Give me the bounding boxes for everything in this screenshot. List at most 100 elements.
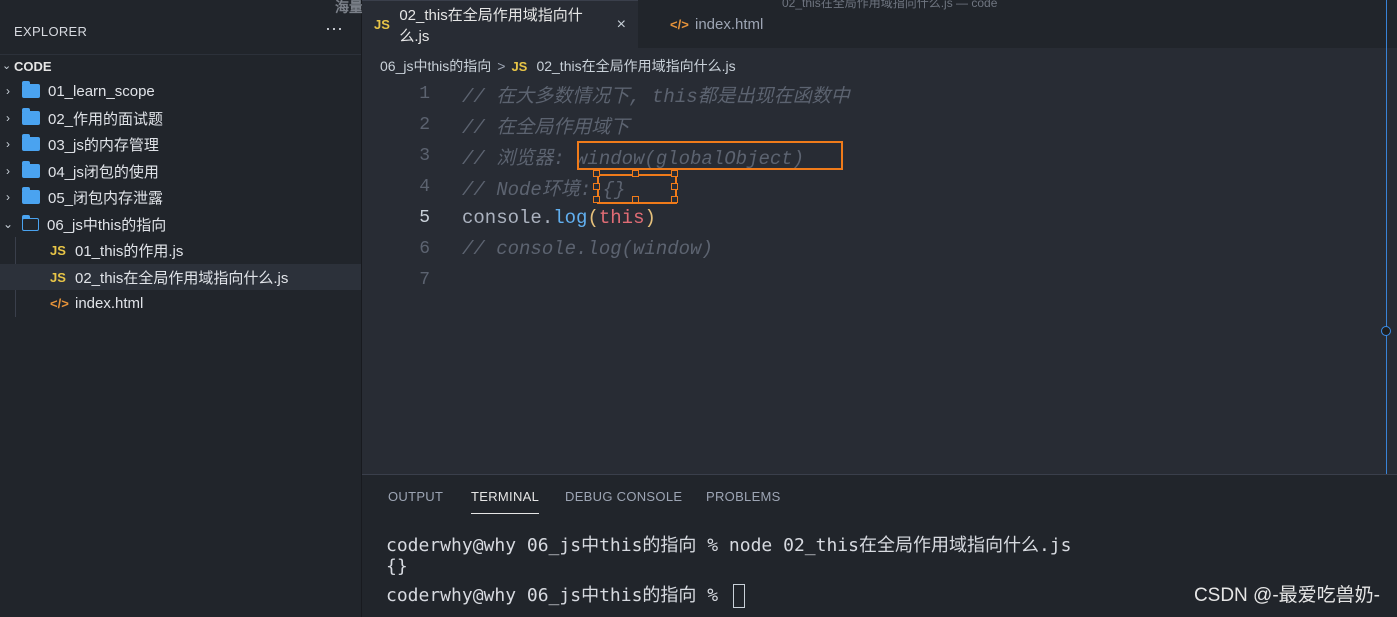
- csdn-watermark: CSDN @-最爱吃兽奶-: [1193, 585, 1380, 606]
- explorer-title: EXPLORER: [14, 24, 88, 39]
- code-line[interactable]: 6 // console.log(window): [362, 234, 1362, 264]
- line-number: 4: [419, 177, 430, 197]
- line-number: 5: [419, 208, 430, 228]
- resize-handle[interactable]: [671, 170, 678, 177]
- tree-item-file-selected[interactable]: JS 02_this在全局作用域指向什么.js: [0, 264, 361, 290]
- code-dot: .: [541, 207, 554, 229]
- js-file-icon: JS: [511, 58, 528, 74]
- chevron-down-icon: ⌄: [2, 217, 14, 231]
- tree-item-label: 02_this在全局作用域指向什么.js: [75, 269, 289, 287]
- tree-item-folder[interactable]: › 02_作用的面试题: [0, 105, 361, 131]
- tree-item-label: 01_learn_scope: [48, 82, 155, 100]
- code-object: console: [462, 207, 542, 229]
- breadcrumb-separator: >: [497, 58, 506, 74]
- folder-open-icon: [22, 214, 39, 231]
- breadcrumb-file[interactable]: 02_this在全局作用域指向什么.js: [536, 56, 735, 76]
- tree-item-folder[interactable]: › 01_learn_scope: [0, 78, 361, 104]
- annotation-box[interactable]: [577, 141, 843, 170]
- resize-handle[interactable]: [632, 170, 639, 177]
- workspace-section[interactable]: ⌄ CODE: [0, 54, 361, 77]
- code-line[interactable]: 2 // 在全局作用域下: [362, 110, 1362, 140]
- code-text: console.log(this): [462, 207, 656, 229]
- tab-terminal[interactable]: TERMINAL: [471, 489, 540, 514]
- js-file-icon: JS: [50, 269, 66, 285]
- drag-handle[interactable]: [1381, 326, 1391, 336]
- code-method: log: [553, 207, 588, 229]
- code-keyword: this: [598, 207, 645, 229]
- code-paren-open: (: [587, 207, 599, 229]
- html-file-icon: </>: [670, 16, 689, 32]
- more-actions-icon[interactable]: ···: [325, 18, 343, 39]
- folder-icon: [22, 134, 40, 151]
- tree-item-folder[interactable]: › 03_js的内存管理: [0, 131, 361, 157]
- tree-item-folder[interactable]: › 04_js闭包的使用: [0, 158, 361, 184]
- tab-problems[interactable]: PROBLEMS: [706, 489, 781, 504]
- chevron-right-icon: ›: [6, 164, 10, 178]
- resize-handle[interactable]: [671, 196, 678, 203]
- terminal-line: coderwhy@why 06_js中this的指向 % node 02_thi…: [386, 535, 1072, 556]
- code-text: // console.log(window): [462, 238, 713, 260]
- code-line[interactable]: 7: [362, 265, 1362, 295]
- terminal-output: {}: [386, 556, 408, 577]
- resize-handle[interactable]: [671, 183, 678, 190]
- folder-icon: [22, 108, 40, 125]
- code-text: // 在大多数情况下, this都是出现在函数中: [462, 85, 850, 108]
- line-number: 6: [419, 239, 430, 259]
- folder-icon: [22, 187, 40, 204]
- tree-item-label: 04_js闭包的使用: [48, 163, 159, 181]
- code-line-current[interactable]: 5 console.log(this): [362, 203, 1362, 233]
- resize-handle[interactable]: [632, 196, 639, 203]
- close-icon[interactable]: ×: [617, 16, 626, 34]
- line-number: 2: [419, 115, 430, 135]
- terminal-prompt-text: coderwhy@why 06_js中this的指向 %: [386, 585, 729, 606]
- tree-item-folder[interactable]: › 05_闭包内存泄露: [0, 184, 361, 210]
- tab-label: 02_this在全局作用域指向什么.js: [399, 6, 583, 45]
- js-file-icon: JS: [50, 242, 66, 258]
- tree-item-label: 01_this的作用.js: [75, 242, 184, 260]
- breadcrumb-folder[interactable]: 06_js中this的指向: [380, 56, 491, 76]
- editor-tabs: 02_this在全局作用域指向什么.js — code JS 02_this在全…: [362, 0, 1397, 48]
- tab-active-file[interactable]: JS 02_this在全局作用域指向什么.js ×: [362, 0, 638, 48]
- tree-item-label: index.html: [75, 294, 144, 312]
- resize-handle[interactable]: [593, 183, 600, 190]
- terminal-cursor: [732, 584, 745, 608]
- line-number: 1: [419, 84, 430, 104]
- code-paren-close: ): [644, 207, 656, 229]
- tab-label: index.html: [695, 15, 764, 33]
- tab-index-html[interactable]: </> index.html: [658, 0, 775, 48]
- explorer-header: EXPLORER ···: [0, 0, 361, 62]
- tab-debug-console[interactable]: DEBUG CONSOLE: [565, 489, 682, 504]
- resize-handle[interactable]: [593, 196, 600, 203]
- tree-item-file[interactable]: JS 01_this的作用.js: [0, 237, 361, 263]
- code-line[interactable]: 1 // 在大多数情况下, this都是出现在函数中: [362, 79, 1362, 109]
- tree-item-label: 02_作用的面试题: [48, 110, 164, 128]
- chevron-right-icon: ›: [6, 111, 10, 125]
- tree-item-label: 03_js的内存管理: [48, 136, 159, 154]
- code-line[interactable]: 3 // 浏览器: window(globalObject): [362, 141, 1362, 171]
- html-file-icon: </>: [50, 295, 69, 311]
- code-text: // 在全局作用域下: [462, 116, 630, 139]
- comment-prefix: // Node环境:: [462, 178, 603, 201]
- tree-item-label: 06_js中this的指向: [47, 216, 167, 234]
- terminal-prompt[interactable]: coderwhy@why 06_js中this的指向 %: [386, 581, 745, 608]
- code-editor[interactable]: 06_js中this的指向 > JS 02_this在全局作用域指向什么.js …: [362, 48, 1397, 474]
- folder-icon: [22, 81, 40, 98]
- chevron-right-icon: ›: [6, 84, 10, 98]
- chevron-right-icon: ›: [6, 190, 10, 204]
- resize-handle[interactable]: [593, 170, 600, 177]
- bottom-panel: OUTPUT TERMINAL DEBUG CONSOLE PROBLEMS c…: [362, 474, 1397, 617]
- breadcrumb: 06_js中this的指向 > JS 02_this在全局作用域指向什么.js: [380, 56, 736, 76]
- tree-item-label: 05_闭包内存泄露: [48, 189, 164, 207]
- js-file-icon: JS: [374, 17, 390, 32]
- workspace-label: CODE: [14, 59, 52, 74]
- line-number: 7: [419, 270, 430, 290]
- folder-icon: [22, 161, 40, 178]
- tree-item-file[interactable]: </> index.html: [0, 290, 361, 316]
- chevron-right-icon: ›: [6, 137, 10, 151]
- tree-item-folder-open[interactable]: ⌄ 06_js中this的指向: [0, 211, 361, 237]
- comment-prefix: // 浏览器:: [462, 147, 577, 170]
- tab-output[interactable]: OUTPUT: [388, 489, 443, 504]
- window-title: 02_this在全局作用域指向什么.js — code: [782, 0, 998, 10]
- explorer-sidebar: EXPLORER ··· ⌄ CODE › 01_learn_scope › 0…: [0, 0, 362, 617]
- code-line[interactable]: 4 // Node环境: {}: [362, 172, 1362, 202]
